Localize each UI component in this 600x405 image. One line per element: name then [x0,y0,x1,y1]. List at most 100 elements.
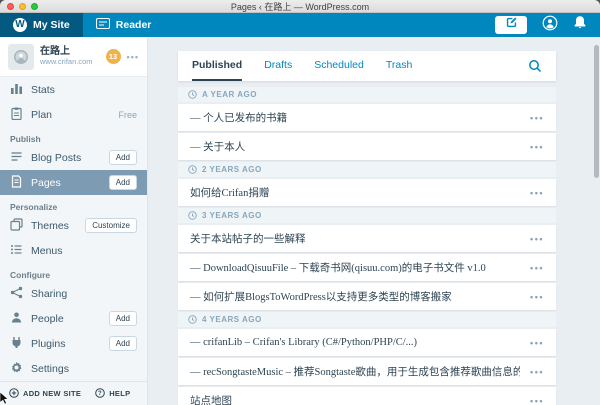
site-avatar [8,43,34,70]
sharing-icon [10,286,23,302]
pages-icon [10,174,23,191]
date-group-header: 2 YEARS AGO [178,162,556,177]
page-title: — 个人已发布的书籍 [190,113,288,124]
sidebar-item-plugins[interactable]: Plugins Add [0,331,147,356]
page-list-item[interactable]: — 如何扩展BlogsToWordPress以支持更多类型的博客搬家 ••• [178,283,556,310]
date-group-header: A YEAR AGO [178,87,556,102]
site-options-ellipsis-icon[interactable]: ••• [127,52,139,62]
settings-gear-icon [10,361,23,377]
ellipsis-menu-icon[interactable]: ••• [530,142,544,152]
sidebar-item-menus[interactable]: Menus [0,238,147,263]
page-title: — 关于本人 [190,142,246,153]
ellipsis-menu-icon[interactable]: ••• [530,234,544,244]
add-new-site-link[interactable]: ADD NEW SITE [9,387,82,400]
ellipsis-menu-icon[interactable]: ••• [530,113,544,123]
my-site-tab[interactable]: W My Site [0,13,83,37]
reader-icon [95,18,110,32]
ellipsis-menu-icon[interactable]: ••• [530,292,544,302]
app-window: Pages ‹ 在路上 — WordPress.com W My Site Re… [0,0,600,405]
page-title: — recSongtasteMusic – 推荐Songtaste歌曲，用于生成… [190,367,521,378]
zoom-window-button[interactable] [31,3,38,10]
sidebar-item-blog-posts[interactable]: Blog Posts Add [0,145,147,170]
clock-icon [188,315,197,324]
sidebar-item-sharing[interactable]: Sharing [0,281,147,306]
date-group-header: 4 YEARS AGO [178,312,556,327]
help-circle-icon: ? [95,387,105,400]
help-label: HELP [109,389,131,398]
reader-tab[interactable]: Reader [83,13,165,37]
plugins-label: Plugins [31,337,66,350]
close-window-button[interactable] [7,3,14,10]
vertical-scrollbar-thumb[interactable] [594,45,599,178]
page-title: — DownloadQisuuFile – 下载奇书网(qisuu.com)的电… [190,263,486,274]
compose-icon [505,16,518,34]
site-switcher-card[interactable]: 在路上 www.crifan.com 13 ••• [0,37,147,77]
ellipsis-menu-icon[interactable]: ••• [530,263,544,273]
sidebar-item-settings[interactable]: Settings [0,356,147,381]
page-list: A YEAR AGO — 个人已发布的书籍 ••• — 关于本人 ••• 2 Y… [178,87,556,405]
stats-icon [10,82,23,98]
page-list-item[interactable]: — 个人已发布的书籍 ••• [178,104,556,131]
svg-text:?: ? [98,391,102,397]
add-new-site-label: ADD NEW SITE [23,389,82,398]
status-tab-bar: Published Drafts Scheduled Trash [178,51,556,81]
me-profile-button[interactable] [542,15,558,36]
notifications-bell-button[interactable] [573,15,587,35]
site-meta: 在路上 www.crifan.com [40,46,93,66]
masthead: W My Site Reader [0,13,600,37]
add-plugin-button[interactable]: Add [108,336,137,351]
add-people-button[interactable]: Add [108,311,137,326]
sharing-label: Sharing [31,287,68,300]
date-group-label: 4 YEARS AGO [202,315,262,324]
page-list-item[interactable]: — DownloadQisuuFile – 下载奇书网(qisuu.com)的电… [178,254,556,281]
date-group-label: 2 YEARS AGO [202,165,262,174]
section-label-configure: Configure [10,270,51,280]
page-list-item[interactable]: — crifanLib – Crifan's Library (C#/Pytho… [178,329,556,356]
page-list-item[interactable]: — 关于本人 ••• [178,133,556,160]
clock-icon [188,165,197,174]
add-page-button[interactable]: Add [108,175,137,190]
sidebar-item-people[interactable]: People Add [0,306,147,331]
titlebar: Pages ‹ 在路上 — WordPress.com [0,0,600,13]
search-icon[interactable] [528,51,542,81]
stats-label: Stats [31,83,55,96]
ellipsis-menu-icon[interactable]: ••• [530,338,544,348]
plan-icon [10,107,23,123]
clock-icon [188,90,197,99]
site-update-badge: 13 [105,49,121,64]
date-group-label: A YEAR AGO [202,90,257,99]
page-list-item[interactable]: 关于本站帖子的一些解释 ••• [178,225,556,252]
sidebar-item-pages[interactable]: Pages Add [0,170,147,195]
new-post-button[interactable] [495,16,527,34]
masthead-actions [495,13,600,37]
menus-label: Menus [31,244,63,257]
page-list-item[interactable]: 站点地图 ••• [178,387,556,405]
ellipsis-menu-icon[interactable]: ••• [530,396,544,405]
tab-trash[interactable]: Trash [386,51,412,81]
sidebar-item-stats[interactable]: Stats [0,77,147,102]
sidebar-item-themes[interactable]: Themes Customize [0,213,147,238]
page-list-item[interactable]: — recSongtasteMusic – 推荐Songtaste歌曲，用于生成… [178,358,556,385]
page-list-item[interactable]: 如何给Crifan捐赠 ••• [178,179,556,206]
site-url: www.crifan.com [40,56,93,66]
window-controls [7,3,38,10]
menus-icon [10,243,23,259]
mouse-cursor [0,391,9,405]
help-link[interactable]: ? HELP [95,387,131,400]
add-blog-post-button[interactable]: Add [108,150,137,165]
section-label-personalize: Personalize [10,202,58,212]
tab-scheduled[interactable]: Scheduled [314,51,364,81]
minimize-window-button[interactable] [19,3,26,10]
tab-published[interactable]: Published [192,51,243,81]
plus-circle-icon [9,387,19,400]
page-title: 如何给Crifan捐赠 [190,188,270,199]
ellipsis-menu-icon[interactable]: ••• [530,367,544,377]
sidebar-item-plan[interactable]: Plan Free [0,102,147,127]
blog-posts-label: Blog Posts [31,151,82,164]
customize-theme-button[interactable]: Customize [85,218,137,233]
tab-drafts[interactable]: Drafts [264,51,292,81]
pages-label: Pages [31,176,61,189]
ellipsis-menu-icon[interactable]: ••• [530,188,544,198]
sidebar: 在路上 www.crifan.com 13 ••• Stats Plan Fre… [0,37,148,405]
date-group-header: 3 YEARS AGO [178,208,556,223]
